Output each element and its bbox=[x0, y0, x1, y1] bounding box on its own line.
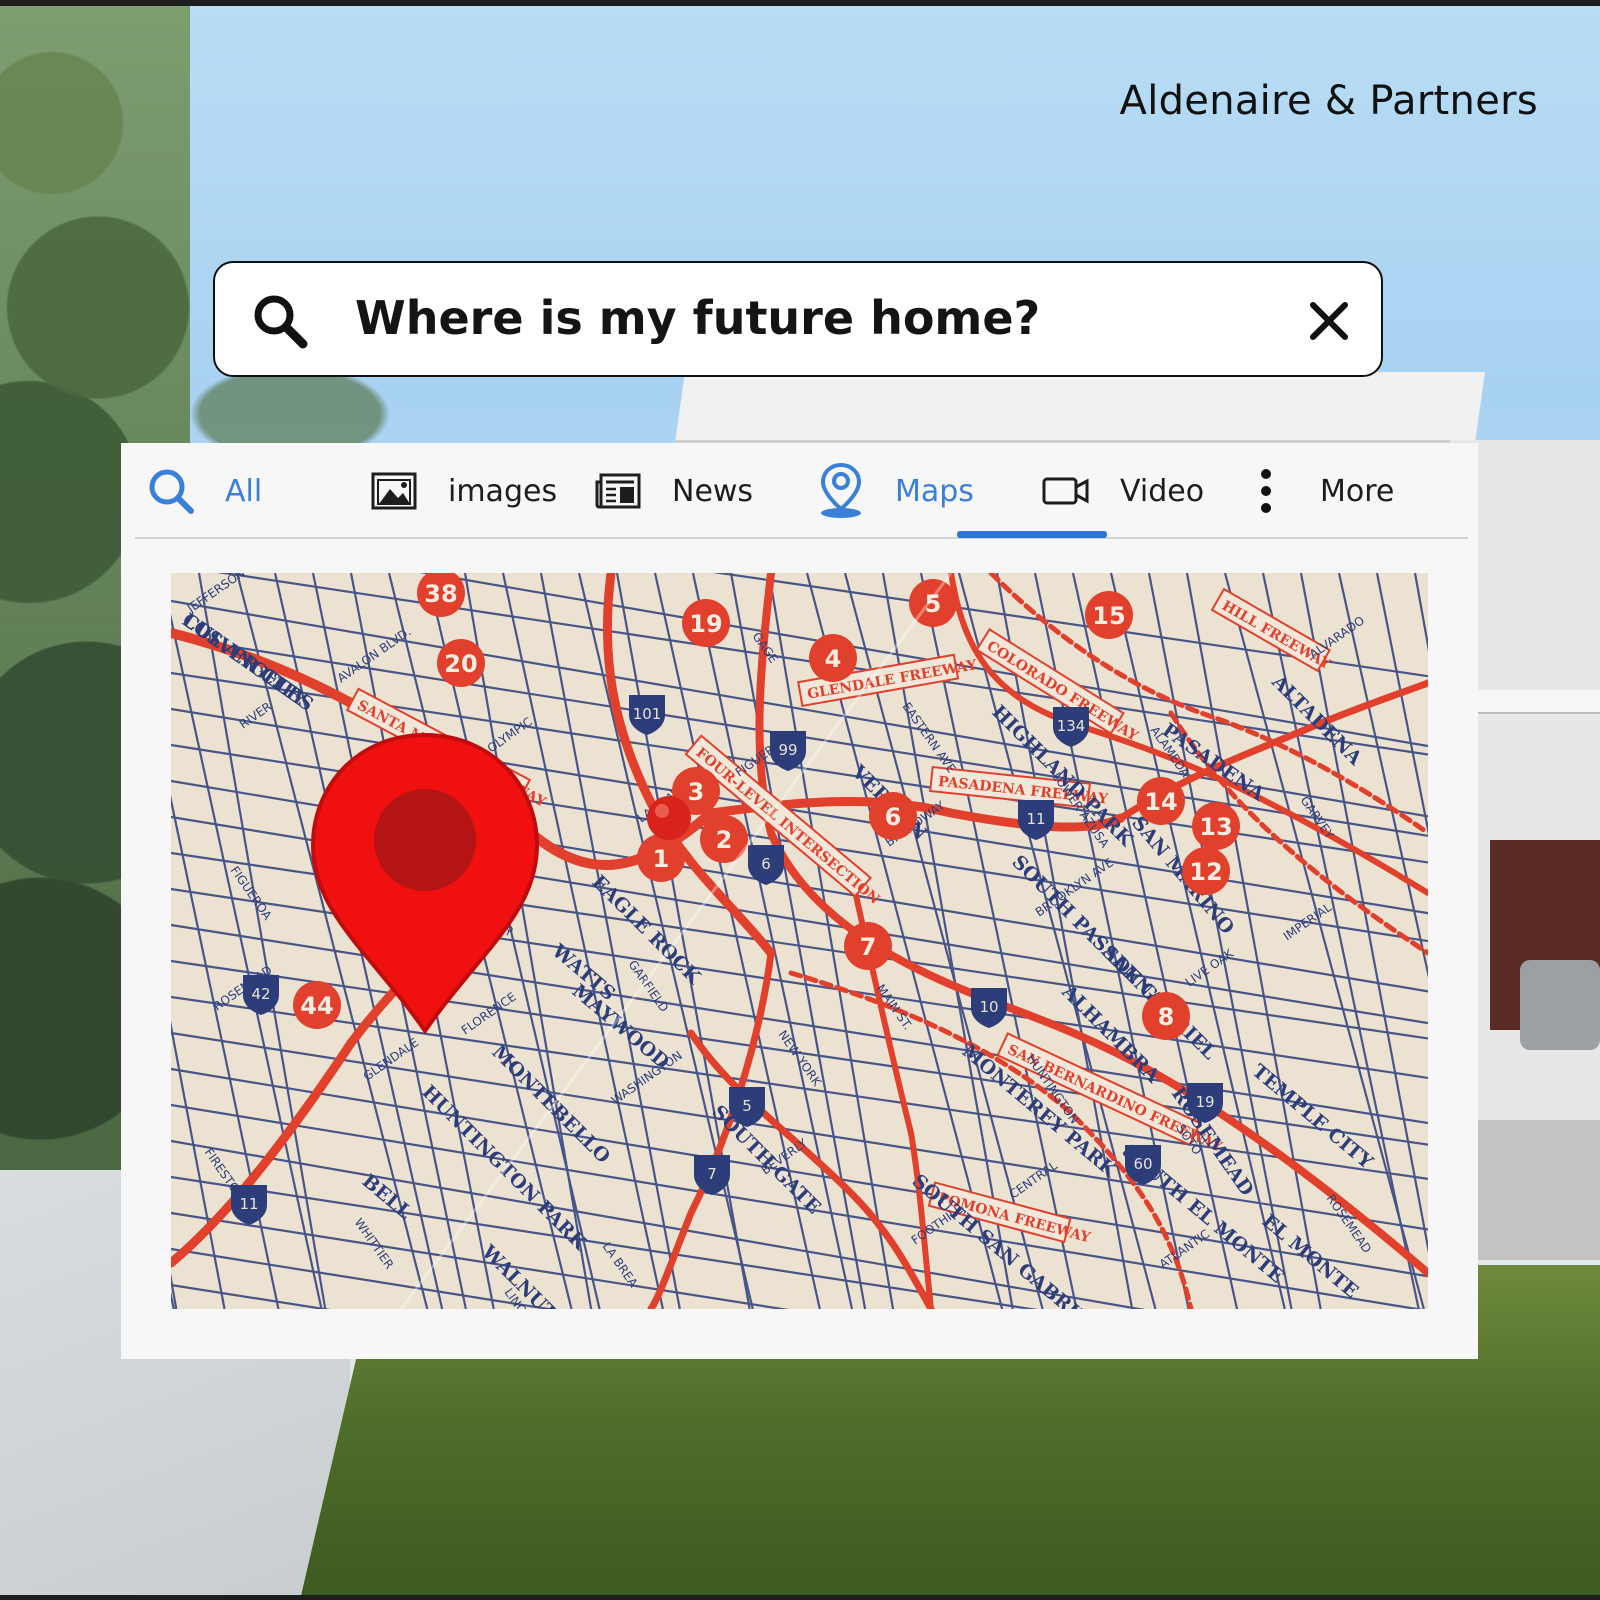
svg-text:19: 19 bbox=[689, 610, 722, 638]
svg-text:134: 134 bbox=[1057, 717, 1086, 735]
svg-text:6: 6 bbox=[761, 855, 771, 873]
tab-more[interactable]: More bbox=[1240, 461, 1394, 521]
vertical-dots-icon bbox=[1240, 465, 1292, 517]
route-number-circle: 19 bbox=[682, 599, 730, 647]
search-bar[interactable]: Where is my future home? bbox=[213, 261, 1383, 377]
image-icon bbox=[368, 465, 420, 517]
push-pin-icon bbox=[647, 796, 691, 840]
route-number-circle: 20 bbox=[437, 639, 485, 687]
svg-text:5: 5 bbox=[742, 1097, 752, 1115]
svg-text:20: 20 bbox=[444, 650, 477, 678]
tab-maps[interactable]: Maps bbox=[815, 461, 974, 521]
route-number-circle: 1 bbox=[637, 834, 685, 882]
route-number-circle: 14 bbox=[1137, 777, 1185, 825]
svg-text:7: 7 bbox=[860, 933, 877, 961]
search-icon bbox=[145, 465, 197, 517]
tab-images[interactable]: images bbox=[368, 461, 557, 521]
top-border bbox=[0, 0, 1600, 6]
svg-text:42: 42 bbox=[251, 985, 270, 1003]
tab-label: Video bbox=[1120, 473, 1205, 509]
svg-text:7: 7 bbox=[707, 1165, 717, 1183]
search-query[interactable]: Where is my future home? bbox=[355, 291, 1040, 345]
tab-all[interactable]: All bbox=[145, 461, 262, 521]
svg-text:99: 99 bbox=[778, 741, 797, 759]
tab-video[interactable]: Video bbox=[1040, 461, 1204, 521]
svg-text:2: 2 bbox=[716, 826, 733, 854]
route-number-circle: 7 bbox=[844, 922, 892, 970]
svg-text:8: 8 bbox=[1158, 1003, 1175, 1031]
vintage-road-map: SANTA MONICA FREEWAYGLENDALE FREEWAYCOLO… bbox=[171, 573, 1428, 1309]
svg-text:11: 11 bbox=[239, 1195, 258, 1213]
svg-text:6: 6 bbox=[885, 803, 902, 831]
svg-text:1: 1 bbox=[653, 845, 670, 873]
svg-text:14: 14 bbox=[1144, 788, 1177, 816]
tab-bar: All images News Maps Video More bbox=[135, 443, 1468, 539]
grill bbox=[1520, 960, 1600, 1050]
svg-text:19: 19 bbox=[1195, 1093, 1214, 1111]
route-number-circle: 15 bbox=[1085, 591, 1133, 639]
video-camera-icon bbox=[1040, 465, 1092, 517]
tab-label: News bbox=[672, 473, 754, 509]
svg-text:101: 101 bbox=[633, 705, 662, 723]
route-number-circle: 13 bbox=[1192, 802, 1240, 850]
map-pin-icon bbox=[815, 462, 867, 518]
svg-text:3: 3 bbox=[688, 778, 705, 806]
tab-label: More bbox=[1320, 473, 1395, 509]
brand-name: Aldenaire & Partners bbox=[1119, 78, 1538, 124]
route-number-circle: 6 bbox=[869, 792, 917, 840]
bottom-border bbox=[0, 1595, 1600, 1600]
newspaper-icon bbox=[592, 465, 644, 517]
svg-text:13: 13 bbox=[1199, 813, 1232, 841]
close-icon[interactable] bbox=[1307, 299, 1351, 343]
route-number-circle: 8 bbox=[1142, 992, 1190, 1040]
svg-text:44: 44 bbox=[300, 992, 333, 1020]
route-number-circle: 44 bbox=[293, 981, 341, 1029]
map-view[interactable]: SANTA MONICA FREEWAYGLENDALE FREEWAYCOLO… bbox=[171, 573, 1428, 1309]
svg-text:38: 38 bbox=[424, 580, 457, 608]
route-number-circle: 12 bbox=[1182, 847, 1230, 895]
tab-label: All bbox=[225, 473, 263, 509]
results-card: All images News Maps Video More SANTA GL… bbox=[121, 443, 1478, 1359]
tab-label: images bbox=[448, 473, 558, 509]
svg-text:10: 10 bbox=[979, 998, 998, 1016]
svg-text:11: 11 bbox=[1026, 810, 1045, 828]
magnifier-icon[interactable] bbox=[249, 290, 311, 352]
svg-text:60: 60 bbox=[1133, 1155, 1152, 1173]
svg-text:4: 4 bbox=[825, 645, 842, 673]
svg-text:12: 12 bbox=[1189, 858, 1222, 886]
route-number-circle: 4 bbox=[809, 634, 857, 682]
house-roof bbox=[675, 372, 1485, 443]
active-tab-indicator bbox=[957, 531, 1107, 538]
svg-text:15: 15 bbox=[1092, 602, 1125, 630]
tab-news[interactable]: News bbox=[592, 461, 753, 521]
tab-label: Maps bbox=[895, 473, 974, 509]
